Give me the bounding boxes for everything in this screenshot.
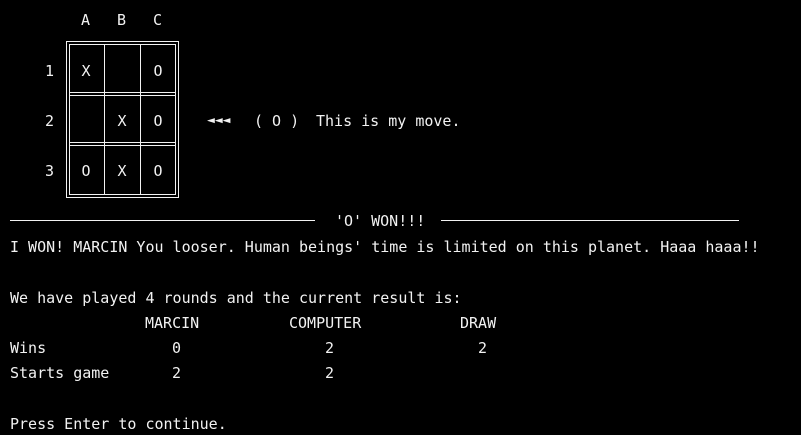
row-label-3: 3: [45, 162, 55, 180]
banner-rule-left: [10, 220, 315, 221]
row-label-1: 1: [45, 62, 55, 80]
row-label-wins: Wins: [10, 339, 47, 357]
move-player: ( O ): [254, 112, 300, 130]
header-computer: COMPUTER: [289, 314, 362, 332]
column-label-c: C: [153, 11, 163, 29]
row-label-2: 2: [45, 112, 55, 130]
game-board: X O X O O X O: [66, 41, 179, 198]
header-draw: DRAW: [460, 314, 497, 332]
cell-b2[interactable]: X: [104, 112, 140, 130]
wins-marcin: 0: [172, 339, 182, 357]
cell-c3[interactable]: O: [140, 162, 176, 180]
cell-c1[interactable]: O: [140, 62, 176, 80]
wins-draw: 2: [478, 339, 488, 357]
cell-a2[interactable]: [68, 112, 104, 130]
column-label-b: B: [117, 11, 127, 29]
banner-rule-right: [441, 220, 739, 221]
row-label-starts-game: Starts game: [10, 364, 110, 382]
column-label-a: A: [81, 11, 91, 29]
winner-banner: 'O' WON!!!: [335, 212, 426, 230]
cell-b1[interactable]: [104, 62, 140, 80]
cell-b3[interactable]: X: [104, 162, 140, 180]
taunt-message: I WON! MARCIN You looser. Human beings' …: [10, 238, 760, 256]
starts-marcin: 2: [172, 364, 182, 382]
cell-c2[interactable]: O: [140, 112, 176, 130]
header-marcin: MARCIN: [145, 314, 200, 332]
move-message: This is my move.: [316, 112, 461, 130]
cell-a1[interactable]: X: [68, 62, 104, 80]
continue-prompt: Press Enter to continue.: [10, 415, 227, 433]
cell-a3[interactable]: O: [68, 162, 104, 180]
move-arrows-icon: ◄◄◄: [207, 113, 231, 128]
starts-computer: 2: [325, 364, 335, 382]
wins-computer: 2: [325, 339, 335, 357]
summary-intro: We have played 4 rounds and the current …: [10, 289, 462, 307]
